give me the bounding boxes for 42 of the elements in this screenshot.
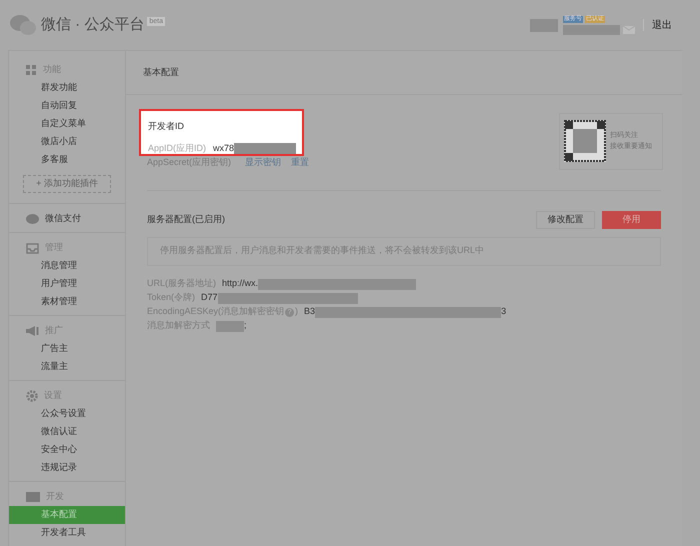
nav-item[interactable]: 素材管理 [9, 293, 125, 311]
nav-item[interactable]: 开发者工具 [9, 524, 125, 542]
nav-item[interactable]: 多客服 [9, 151, 125, 169]
field-value: http://wx. [222, 277, 258, 290]
nav-section-title: 微信支付 [45, 212, 81, 226]
nav-item[interactable]: 消息管理 [9, 257, 125, 275]
field-label: AppID(应用ID) [148, 142, 206, 155]
avatar-placeholder [530, 18, 558, 32]
nav-item[interactable]: 违规记录 [9, 459, 125, 477]
gear-icon [26, 390, 38, 402]
modify-config-button[interactable]: 修改配置 [536, 210, 595, 228]
field-value: wx78 [213, 142, 234, 154]
field-value-end: 3 [501, 305, 506, 318]
megaphone-icon [26, 326, 39, 336]
logout-link[interactable]: 退出 [652, 18, 672, 32]
nav-item[interactable]: 流量主 [9, 358, 125, 376]
chat-bubbles-logo-icon [10, 14, 36, 36]
nav-item[interactable]: 自动回复 [9, 97, 125, 115]
nav-item[interactable]: 微信认证 [9, 423, 125, 441]
section-title: 服务器配置(已启用) [147, 212, 225, 226]
field-value-end: ; [244, 319, 247, 332]
nav-item[interactable]: 用户管理 [9, 275, 125, 293]
nav-item[interactable]: 微店小店 [9, 133, 125, 151]
field-label-end: ) [295, 305, 298, 318]
add-plugin-button[interactable]: + 添加功能插件 [23, 175, 111, 193]
inbox-icon [26, 242, 39, 254]
nav-item[interactable]: 自定义菜单 [9, 115, 125, 133]
field-value: D77 [201, 291, 218, 304]
nav-item[interactable]: 群发功能 [9, 79, 125, 97]
nav-item[interactable]: 安全中心 [9, 441, 125, 459]
nav-item[interactable]: 广告主 [9, 340, 125, 358]
nav-item[interactable]: 公众号设置 [9, 405, 125, 423]
grid-icon [26, 64, 37, 76]
redaction-block [234, 142, 296, 154]
redaction-block [216, 320, 244, 332]
wallet-icon [26, 214, 39, 224]
qr-code-icon [564, 120, 606, 162]
page-title: 基本配置 [143, 66, 179, 79]
section-title: 开发者ID [148, 120, 185, 133]
field-value: B3 [304, 305, 316, 318]
platform-title: 微信 · 公众平台 [41, 14, 144, 35]
redaction-block [563, 24, 620, 34]
